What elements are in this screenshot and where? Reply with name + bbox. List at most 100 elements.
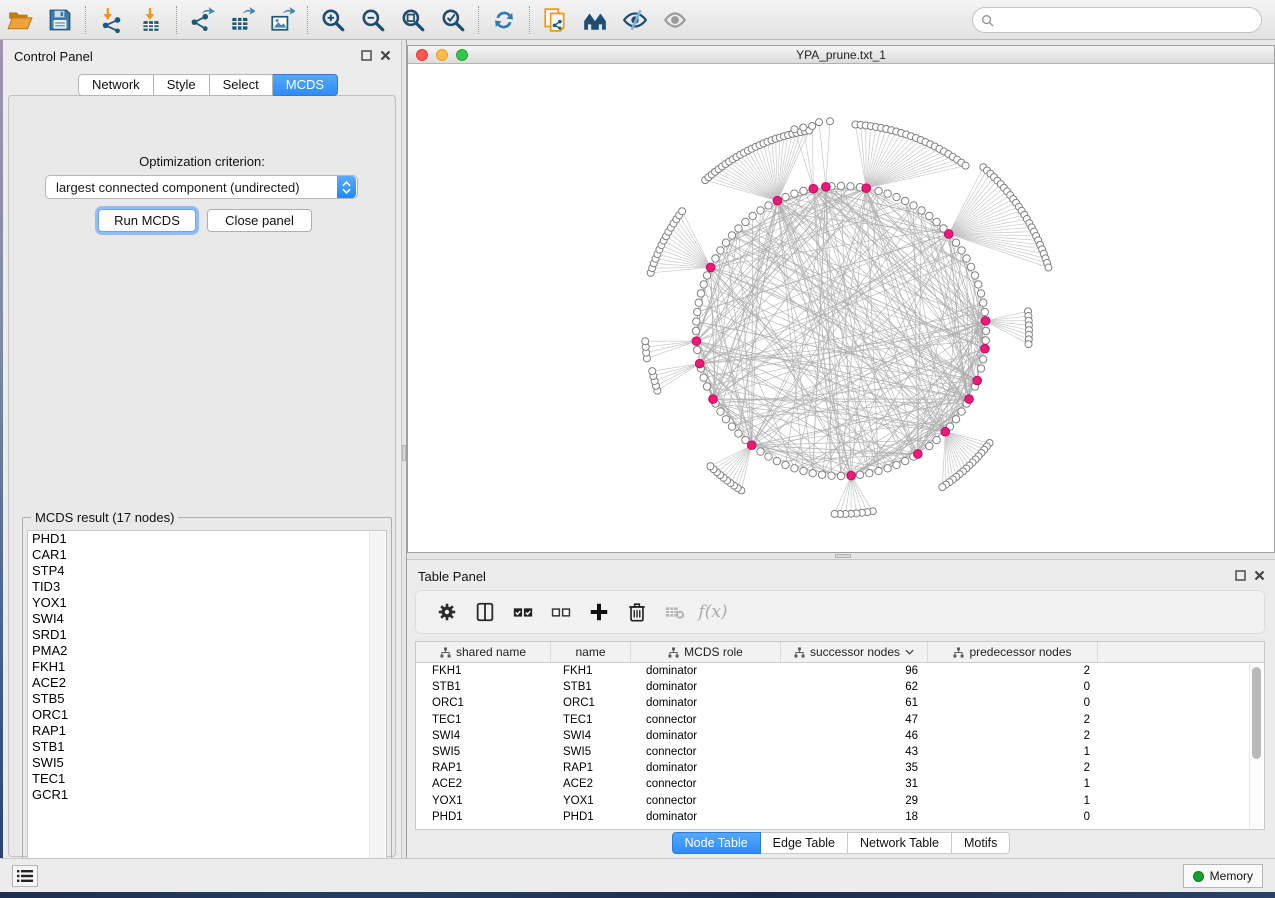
zoom-selected-button[interactable]: [433, 3, 473, 37]
table-row[interactable]: FKH1FKH1dominator962: [416, 663, 1264, 679]
table-row[interactable]: PHD1PHD1dominator180: [416, 809, 1264, 825]
save-session-button[interactable]: [40, 3, 80, 37]
network-window-titlebar[interactable]: YPA_prune.txt_1: [408, 46, 1274, 64]
table-row[interactable]: SWI5SWI5connector431: [416, 744, 1264, 760]
table-header-row: shared namenameMCDS rolesuccessor nodesp…: [416, 642, 1264, 663]
mcds-result-list[interactable]: PHD1CAR1STP4TID3YOX1SWI4SRD1PMA2FKH1ACE2…: [27, 530, 387, 884]
search-field[interactable]: [972, 7, 1262, 33]
column-header-name[interactable]: name: [551, 642, 631, 662]
close-panel-icon[interactable]: [1254, 570, 1265, 581]
mcds-result-item[interactable]: SRD1: [28, 627, 386, 643]
table-scrollbar[interactable]: [1249, 664, 1263, 828]
task-history-button[interactable]: [12, 865, 38, 887]
memory-label: Memory: [1210, 869, 1253, 883]
optimization-criterion-select[interactable]: largest connected component (undirected): [45, 175, 358, 199]
mcds-result-item[interactable]: STB5: [28, 691, 386, 707]
add-column-button[interactable]: [580, 595, 618, 629]
table-row[interactable]: ORC1ORC1dominator610: [416, 695, 1264, 711]
show-all-button[interactable]: [655, 3, 695, 37]
splitter-grip[interactable]: [402, 445, 406, 461]
tab-style[interactable]: Style: [154, 74, 210, 96]
new-network-from-selection-button[interactable]: [535, 3, 575, 37]
function-builder-button-disabled: f(x): [694, 595, 732, 629]
mcds-result-item[interactable]: GCR1: [28, 787, 386, 803]
column-header-shared-name[interactable]: shared name: [416, 642, 551, 662]
export-network-button[interactable]: [182, 3, 222, 37]
column-header-successor-nodes[interactable]: successor nodes: [781, 642, 928, 662]
cell-shared-name: PHD1: [416, 811, 551, 823]
table-settings-button[interactable]: [428, 595, 466, 629]
cell-shared-name: RAP1: [416, 762, 551, 774]
status-bar: Memory: [0, 858, 1275, 892]
mcds-result-item[interactable]: STB1: [28, 739, 386, 755]
table-row[interactable]: YOX1YOX1connector291: [416, 793, 1264, 809]
scrollbar-thumb[interactable]: [1252, 667, 1261, 759]
import-network-button[interactable]: [91, 3, 131, 37]
zoom-fit-button[interactable]: [393, 3, 433, 37]
cell-predecessor-nodes: 1: [928, 746, 1098, 758]
tab-motifs[interactable]: Motifs: [952, 832, 1010, 854]
run-mcds-button[interactable]: Run MCDS: [98, 209, 196, 232]
cell-MCDS-role: connector: [631, 714, 781, 726]
mcds-result-item[interactable]: FKH1: [28, 659, 386, 675]
tab-edge-table[interactable]: Edge Table: [761, 832, 848, 854]
column-header-predecessor-nodes[interactable]: predecessor nodes: [928, 642, 1098, 662]
zoom-out-button[interactable]: [353, 3, 393, 37]
mcds-result-item[interactable]: TID3: [28, 579, 386, 595]
memory-button[interactable]: Memory: [1183, 864, 1263, 888]
tab-network-table[interactable]: Network Table: [848, 832, 952, 854]
horizontal-splitter[interactable]: [407, 552, 1275, 560]
tab-node-table[interactable]: Node Table: [672, 832, 761, 854]
mcds-result-item[interactable]: ORC1: [28, 707, 386, 723]
table-row[interactable]: TEC1TEC1connector472: [416, 712, 1264, 728]
tab-mcds[interactable]: MCDS: [273, 74, 338, 96]
cell-successor-nodes: 35: [781, 762, 928, 774]
mcds-result-item[interactable]: TEC1: [28, 771, 386, 787]
cell-successor-nodes: 18: [781, 811, 928, 823]
export-image-button[interactable]: [262, 3, 302, 37]
table-row[interactable]: SWI4SWI4dominator462: [416, 728, 1264, 744]
table-row[interactable]: STB1STB1dominator620: [416, 679, 1264, 695]
float-panel-icon[interactable]: [361, 50, 372, 61]
network-graph[interactable]: [408, 64, 1274, 552]
table-row[interactable]: RAP1RAP1dominator352: [416, 760, 1264, 776]
splitter-grip[interactable]: [835, 554, 851, 558]
column-header-MCDS-role[interactable]: MCDS role: [631, 642, 781, 662]
tab-select[interactable]: Select: [210, 74, 273, 96]
search-icon: [981, 14, 994, 27]
tab-network[interactable]: Network: [78, 74, 154, 96]
fx-icon: f(x): [698, 602, 727, 622]
cell-shared-name: SWI4: [416, 730, 551, 742]
table-body[interactable]: FKH1FKH1dominator962STB1STB1dominator620…: [416, 663, 1264, 825]
new-network-from-selection-icon: [542, 7, 568, 33]
close-panel-button[interactable]: Close panel: [207, 209, 312, 232]
close-panel-icon[interactable]: [380, 50, 391, 61]
hide-selected-button[interactable]: [615, 3, 655, 37]
mcds-result-item[interactable]: CAR1: [28, 547, 386, 563]
network-canvas[interactable]: [408, 64, 1274, 552]
table-row[interactable]: ACE2ACE2connector311: [416, 776, 1264, 792]
refresh-button[interactable]: [484, 3, 524, 37]
import-table-button[interactable]: [131, 3, 171, 37]
deselect-all-button[interactable]: [542, 595, 580, 629]
mcds-result-item[interactable]: ACE2: [28, 675, 386, 691]
show-columns-button[interactable]: [466, 595, 504, 629]
mcds-list-scrollbar[interactable]: [369, 532, 385, 882]
delete-column-button[interactable]: [618, 595, 656, 629]
search-input[interactable]: [994, 13, 1261, 27]
select-all-button[interactable]: [504, 595, 542, 629]
first-neighbors-button[interactable]: [575, 3, 615, 37]
float-panel-icon[interactable]: [1235, 570, 1246, 581]
zoom-in-button[interactable]: [313, 3, 353, 37]
mcds-result-item[interactable]: PMA2: [28, 643, 386, 659]
export-table-button[interactable]: [222, 3, 262, 37]
export-image-icon: [269, 7, 295, 33]
main-toolbar: [0, 0, 1275, 40]
mcds-result-item[interactable]: SWI5: [28, 755, 386, 771]
mcds-result-item[interactable]: SWI4: [28, 611, 386, 627]
open-file-button[interactable]: [0, 3, 40, 37]
mcds-result-item[interactable]: STP4: [28, 563, 386, 579]
mcds-result-item[interactable]: YOX1: [28, 595, 386, 611]
mcds-result-item[interactable]: RAP1: [28, 723, 386, 739]
mcds-result-item[interactable]: PHD1: [28, 531, 386, 547]
